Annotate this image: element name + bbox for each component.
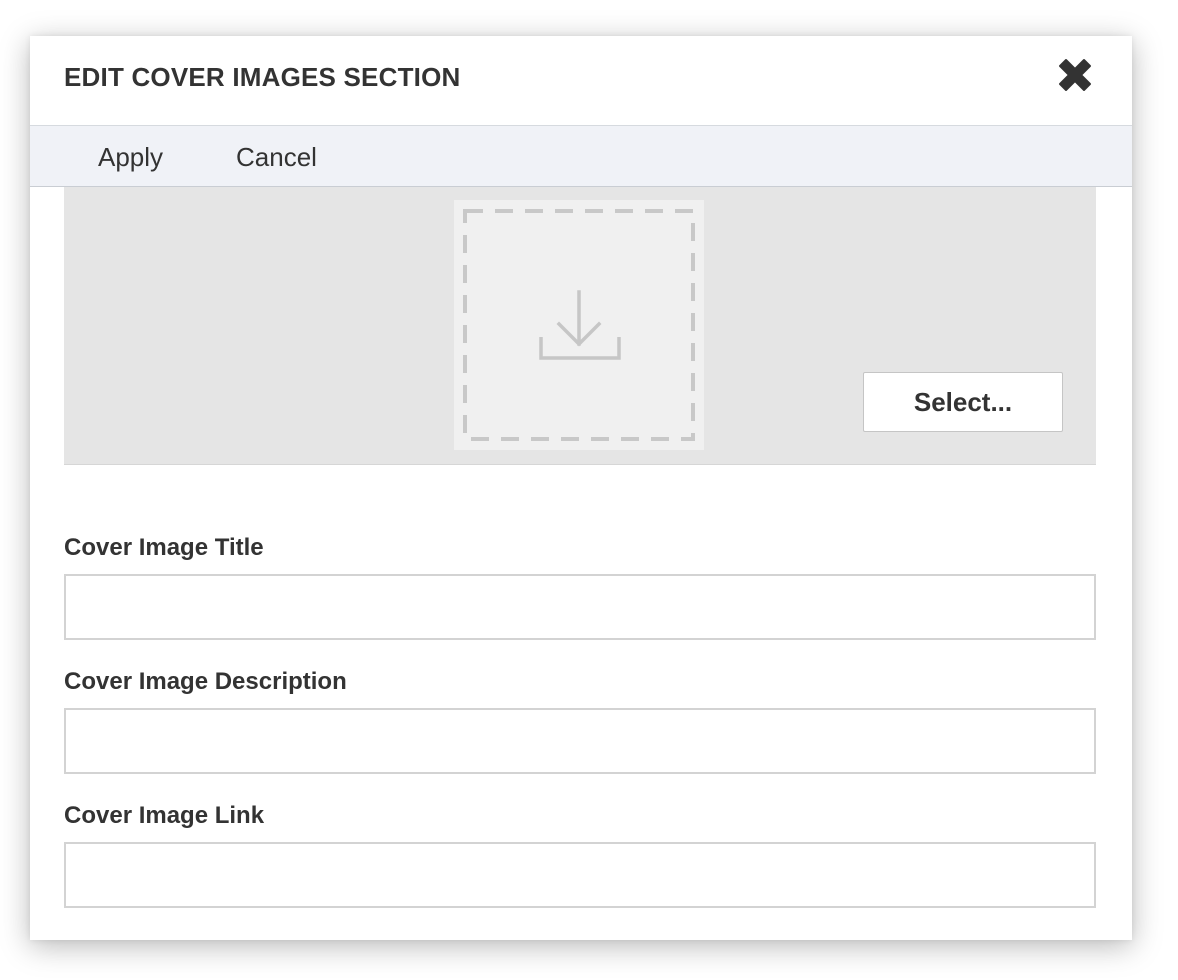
image-dropzone[interactable] [454, 200, 704, 450]
apply-button[interactable]: Apply [98, 142, 163, 173]
cover-image-title-label: Cover Image Title [64, 534, 264, 561]
download-tray-icon [539, 290, 621, 360]
cancel-button[interactable]: Cancel [236, 142, 317, 173]
cover-image-area: Select... [64, 187, 1096, 465]
select-image-button[interactable]: Select... [863, 372, 1063, 432]
dialog-header: EDIT COVER IMAGES SECTION [30, 36, 1132, 126]
cover-image-title-input[interactable] [64, 574, 1096, 640]
edit-cover-images-dialog: EDIT COVER IMAGES SECTION Apply Cancel S… [30, 36, 1132, 940]
dialog-toolbar: Apply Cancel [30, 126, 1132, 187]
close-icon[interactable] [1054, 54, 1096, 96]
cover-image-link-label: Cover Image Link [64, 802, 265, 829]
close-x-icon [1059, 59, 1091, 91]
dialog-title: EDIT COVER IMAGES SECTION [64, 62, 461, 92]
cover-image-link-input[interactable] [64, 842, 1096, 908]
cover-image-description-input[interactable] [64, 708, 1096, 774]
cover-image-description-label: Cover Image Description [64, 668, 347, 695]
